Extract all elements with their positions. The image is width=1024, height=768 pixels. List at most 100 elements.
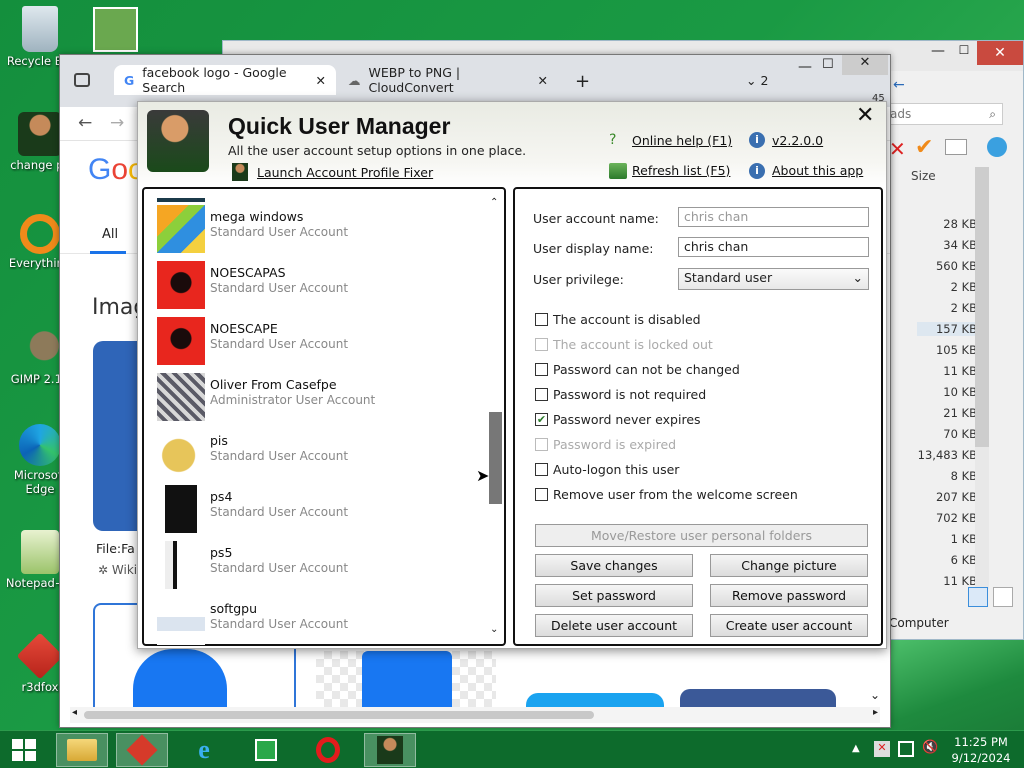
checkbox-password-cannot-change[interactable]: Password can not be changed <box>535 362 740 377</box>
checkmark-icon[interactable]: ✔ <box>535 413 548 426</box>
taskbar-store[interactable] <box>240 733 292 767</box>
scroll-up-arrow-icon[interactable]: ⌃ <box>490 197 498 208</box>
wiki-source[interactable]: ✲ Wiki <box>98 563 137 577</box>
checkbox-box[interactable] <box>535 363 548 376</box>
file-size-cell: 1 KB <box>950 532 977 546</box>
delete-user-button[interactable]: Delete user account <box>535 614 693 637</box>
clock[interactable]: 11:25 PM 9/12/2024 <box>946 734 1016 766</box>
show-hidden-icons[interactable]: ▲ <box>852 743 860 754</box>
size-column-header[interactable]: Size <box>911 169 936 183</box>
checkbox-account-locked[interactable]: The account is locked out <box>535 337 713 352</box>
checkbox-remove-welcome[interactable]: Remove user from the welcome screen <box>535 487 798 502</box>
scroll-thumb[interactable] <box>489 412 502 504</box>
display-name-field[interactable]: chris chan <box>678 237 869 257</box>
app-logo-user-icon <box>147 110 209 172</box>
start-button[interactable] <box>0 733 48 767</box>
user-list-item[interactable]: softgpu Standard User Account <box>157 597 487 649</box>
taskbar-file-explorer[interactable] <box>56 733 108 767</box>
explorer-scrollbar[interactable] <box>975 167 989 589</box>
rename-icon[interactable] <box>945 139 967 155</box>
version-link[interactable]: v2.2.0.0 <box>772 133 823 148</box>
user-avatar <box>157 373 205 421</box>
set-password-button[interactable]: Set password <box>535 584 693 607</box>
minimize-icon[interactable]: — <box>798 59 812 75</box>
user-list-item[interactable]: NOESCAPAS Standard User Account <box>157 261 487 313</box>
minimize-icon[interactable]: — <box>925 43 951 63</box>
create-user-button[interactable]: Create user account <box>710 614 868 637</box>
scroll-down-arrow-icon[interactable]: ⌄ <box>870 688 880 702</box>
user-list-item[interactable]: ps4 Standard User Account <box>157 485 487 537</box>
horizontal-scrollbar[interactable]: ◂ ▸ <box>70 707 880 723</box>
remove-password-button[interactable]: Remove password <box>710 584 868 607</box>
checkbox-box[interactable] <box>535 463 548 476</box>
scroll-left-arrow-icon[interactable]: ◂ <box>72 707 77 718</box>
maximize-icon[interactable]: ☐ <box>822 57 834 72</box>
checkbox-password-not-required[interactable]: Password is not required <box>535 387 706 402</box>
account-name-field[interactable]: chris chan <box>678 207 869 227</box>
checkbox-autologon[interactable]: Auto-logon this user <box>535 462 679 477</box>
close-icon[interactable]: ✕ <box>856 103 874 128</box>
taskbar-r3dfox[interactable] <box>116 733 168 767</box>
save-changes-button[interactable]: Save changes <box>535 554 693 577</box>
volume-muted-icon[interactable]: 🔇 <box>922 740 938 755</box>
checkbox-password-never-expires[interactable]: ✔ Password never expires <box>535 412 701 427</box>
tab-close-icon[interactable]: ✕ <box>316 73 326 88</box>
tab-search-icon[interactable] <box>74 73 90 87</box>
scroll-thumb[interactable] <box>975 167 989 447</box>
back-arrow-icon[interactable]: ← <box>893 77 933 97</box>
new-tab-icon[interactable]: + <box>575 71 590 92</box>
close-icon[interactable]: ✕ <box>977 41 1023 65</box>
scroll-thumb[interactable] <box>84 711 594 719</box>
tab-close-icon[interactable]: ✕ <box>538 73 548 88</box>
transparent-image-result[interactable] <box>316 651 496 715</box>
tab-all[interactable]: All <box>102 227 118 242</box>
tab-webp-to-png[interactable]: ☁ WEBP to PNG | CloudConvert ✕ <box>338 65 558 95</box>
user-account-type: Standard User Account <box>210 225 349 239</box>
launch-profile-fixer-link[interactable]: Launch Account Profile Fixer <box>257 165 433 180</box>
checkbox-box[interactable] <box>535 438 548 451</box>
network-icon[interactable] <box>898 741 914 757</box>
user-list-scrollbar[interactable]: ⌃ ⌄ <box>488 197 502 635</box>
privilege-select[interactable]: Standard user ⌄ <box>678 268 869 290</box>
user-list-item[interactable]: Oliver From Casefpe Administrator User Ac… <box>157 373 487 425</box>
user-list-item[interactable]: ps5 Standard User Account <box>157 541 487 593</box>
refresh-list-link[interactable]: Refresh list (F5) <box>632 163 730 178</box>
taskbar-quick-user-manager[interactable] <box>364 733 416 767</box>
checkbox-box[interactable] <box>535 338 548 351</box>
checkbox-box[interactable] <box>535 488 548 501</box>
maximize-icon[interactable]: ☐ <box>951 43 977 63</box>
checkbox-account-disabled[interactable]: The account is disabled <box>535 312 701 327</box>
details-view-icon[interactable] <box>968 587 988 607</box>
tab-list-button[interactable]: ⌄ 2 <box>746 73 768 88</box>
back-arrow-icon[interactable]: ← <box>78 113 92 133</box>
result-image-facebook[interactable] <box>93 341 143 531</box>
delete-icon[interactable]: ✕ <box>889 137 906 161</box>
info-icon: i <box>749 132 765 148</box>
move-restore-folders-button[interactable]: Move/Restore user personal folders <box>535 524 868 547</box>
forward-arrow-icon[interactable]: → <box>110 113 124 133</box>
explorer-search-input[interactable]: ads ⌕ <box>883 103 1003 125</box>
user-list-item[interactable]: NOESCAPE Standard User Account <box>157 317 487 369</box>
result-file-label[interactable]: File:Fa <box>96 541 135 556</box>
taskbar-internet-explorer[interactable]: e <box>178 733 230 767</box>
scroll-down-arrow-icon[interactable]: ⌄ <box>490 624 498 635</box>
image-thumbnail-icon[interactable] <box>93 7 138 52</box>
scroll-right-arrow-icon[interactable]: ▸ <box>873 707 878 718</box>
user-account-type: Standard User Account <box>210 449 349 463</box>
taskbar-opera[interactable] <box>302 733 354 767</box>
about-app-link[interactable]: About this app <box>772 163 863 178</box>
file-size-cell: 2 KB <box>950 280 977 294</box>
change-picture-button[interactable]: Change picture <box>710 554 868 577</box>
checkmark-icon[interactable]: ✔ <box>915 135 933 160</box>
tiles-view-icon[interactable] <box>993 587 1013 607</box>
checkbox-box[interactable] <box>535 388 548 401</box>
tab-facebook-logo[interactable]: G facebook logo - Google Search ✕ <box>114 65 336 95</box>
user-list-item[interactable]: mega windows Standard User Account <box>157 205 487 257</box>
globe-icon[interactable] <box>987 137 1007 157</box>
checkbox-password-expired[interactable]: Password is expired <box>535 437 676 452</box>
user-list-item[interactable]: pis Standard User Account <box>157 429 487 481</box>
online-help-link[interactable]: Online help (F1) <box>632 133 732 148</box>
action-center-icon[interactable]: ✕ <box>874 741 890 757</box>
close-icon[interactable]: ✕ <box>842 55 888 75</box>
checkbox-box[interactable] <box>535 313 548 326</box>
